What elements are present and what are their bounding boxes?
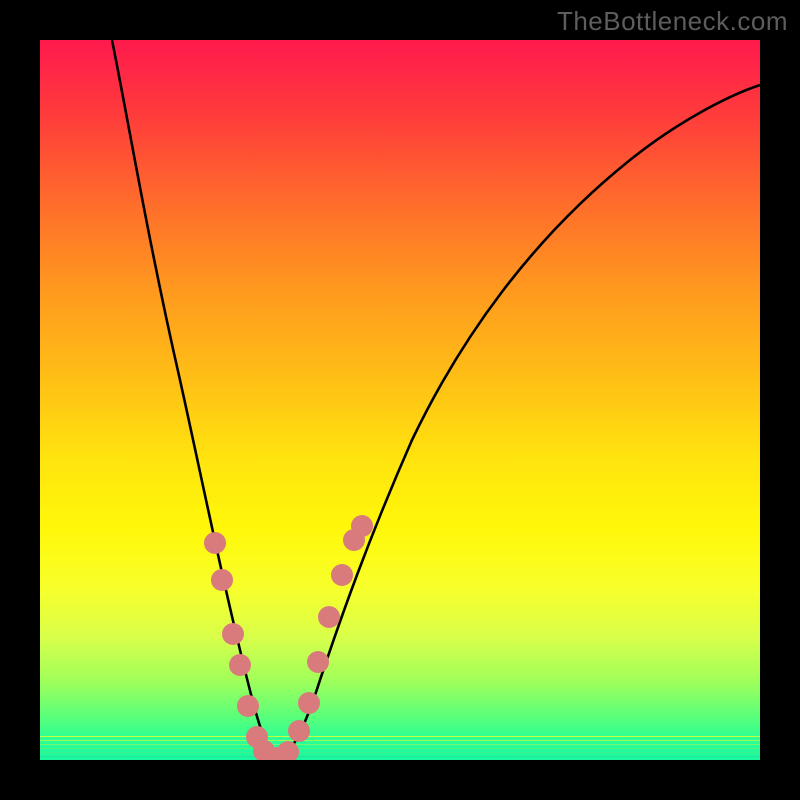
data-dot [318,606,340,628]
data-dot [331,564,353,586]
data-dot [351,515,373,537]
bottleneck-curve [112,40,760,758]
data-dot [222,623,244,645]
highlighted-dots-group [204,515,373,760]
data-dot [277,741,299,760]
data-dot [307,651,329,673]
data-dot [204,532,226,554]
data-dot [288,720,310,742]
chart-svg [40,40,760,760]
data-dot [298,692,320,714]
data-dot [229,654,251,676]
watermark-text: TheBottleneck.com [557,6,788,37]
chart-canvas: TheBottleneck.com [0,0,800,800]
plot-area [40,40,760,760]
data-dot [237,695,259,717]
data-dot [211,569,233,591]
